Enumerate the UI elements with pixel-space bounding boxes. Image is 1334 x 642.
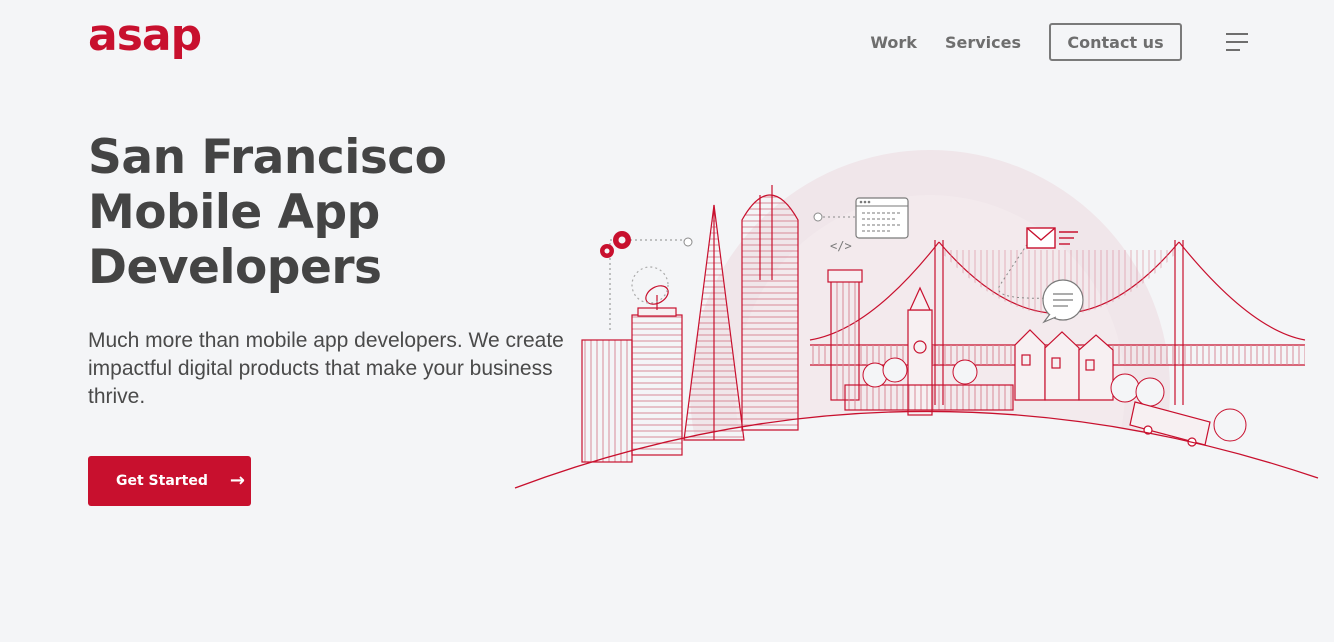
code-window-icon <box>855 197 909 239</box>
hero-title-line: Mobile App <box>88 185 380 240</box>
nav-work-link[interactable]: Work <box>870 33 917 52</box>
hero-subtitle: Much more than mobile app developers. We… <box>88 329 564 408</box>
sf-skyline-illustration: </> <box>510 150 1320 500</box>
contact-us-button[interactable]: Contact us <box>1049 23 1182 61</box>
get-started-button[interactable]: Get Started → <box>88 456 251 506</box>
satellite-dish-icon <box>631 266 669 310</box>
hero-title-line: San Francisco <box>88 130 447 185</box>
hamburger-menu-icon[interactable] <box>1226 32 1250 52</box>
get-started-label: Get Started <box>116 473 208 489</box>
gears-icon <box>600 231 631 258</box>
menu-line <box>1226 49 1240 51</box>
connector-dot <box>683 237 693 247</box>
arrow-right-icon: → <box>229 470 245 491</box>
code-tag-text: </> <box>830 239 852 253</box>
main-nav: Work Services Contact us <box>870 23 1250 61</box>
nav-services-link[interactable]: Services <box>945 33 1021 52</box>
menu-line <box>1226 41 1248 43</box>
asap-logo[interactable]: asap <box>88 14 202 58</box>
connector-dot <box>813 212 823 222</box>
hero-title-line: Developers <box>88 240 382 295</box>
hero-title: San Francisco Mobile App Developers <box>88 130 548 295</box>
menu-line <box>1226 33 1248 35</box>
